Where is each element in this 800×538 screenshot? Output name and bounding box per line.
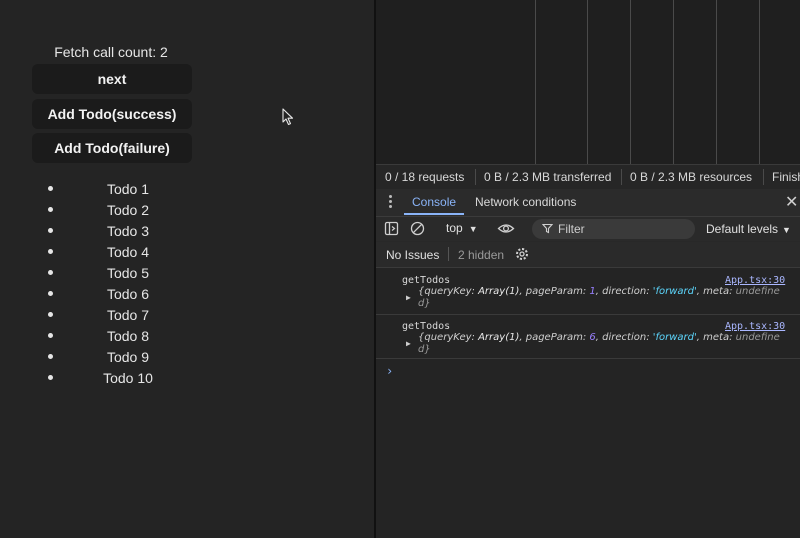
todo-list: Todo 1 Todo 2 Todo 3 Todo 4 Todo 5 Todo … [0, 179, 260, 389]
todo-label: Todo 6 [106, 286, 150, 302]
network-summary-bar: 0 / 18 requests 0 B / 2.3 MB transferred… [376, 164, 800, 189]
todo-label: Todo 7 [106, 307, 150, 323]
source-link[interactable]: App.tsx:30 [725, 321, 785, 332]
waterfall-gridline [587, 0, 588, 164]
chevron-down-icon: ▼ [468, 224, 478, 234]
finish-time: Finish [772, 170, 800, 184]
expand-arrow-icon[interactable]: ▶ [406, 293, 411, 302]
issues-bar: No Issues 2 hidden [376, 242, 800, 268]
todo-label: Todo 8 [106, 328, 150, 344]
page-param-value: 6 [589, 332, 596, 343]
eye-icon[interactable] [497, 221, 515, 236]
fetch-count-label: Fetch call count: 2 [54, 44, 168, 60]
todo-label: Todo 10 [103, 370, 153, 386]
page-param-value: 1 [589, 286, 596, 297]
console-message: getTodos App.tsx:30 ▶ {queryKey: Array(1… [376, 268, 800, 315]
drawer-tabs: Console Network conditions ✕ [376, 189, 800, 217]
todo-label: Todo 2 [106, 202, 150, 218]
network-waterfall [376, 0, 800, 164]
add-todo-success-button[interactable]: Add Todo(success) [32, 99, 192, 129]
tab-console[interactable]: Console [412, 195, 456, 209]
todo-item: Todo 1 [0, 179, 260, 200]
console-message: getTodos App.tsx:30 ▶ {queryKey: Array(1… [376, 314, 800, 359]
todo-item: Todo 9 [0, 347, 260, 368]
mouse-pointer-icon [282, 108, 294, 126]
todo-label: Todo 5 [106, 265, 150, 281]
todo-label: Todo 9 [106, 349, 150, 365]
bullet-icon [48, 291, 53, 296]
active-tab-indicator [404, 213, 464, 215]
bullet-icon [48, 270, 53, 275]
summary-separator [475, 169, 476, 185]
todo-label: Todo 1 [106, 181, 150, 197]
gear-icon[interactable] [514, 246, 530, 262]
todo-item: Todo 3 [0, 221, 260, 242]
todo-item: Todo 4 [0, 242, 260, 263]
waterfall-gridline [630, 0, 631, 164]
tab-network-conditions[interactable]: Network conditions [475, 195, 576, 209]
console-toolbar: top ▼ Filter Default levels ▼ [376, 217, 800, 241]
log-text: getTodos [402, 321, 451, 332]
bullet-icon [48, 228, 53, 233]
todo-item: Todo 2 [0, 200, 260, 221]
todo-item: Todo 8 [0, 326, 260, 347]
console-output: getTodos App.tsx:30 ▶ {queryKey: Array(1… [376, 268, 800, 538]
waterfall-gridline [759, 0, 760, 164]
logged-object[interactable]: {queryKey: Array(1), pageParam: 6, direc… [418, 332, 782, 356]
console-prompt[interactable]: › [386, 364, 393, 378]
filter-icon [542, 223, 553, 234]
waterfall-gridline [673, 0, 674, 164]
bullet-icon [48, 312, 53, 317]
clear-console-icon[interactable] [410, 221, 425, 236]
next-button[interactable]: next [32, 64, 192, 94]
waterfall-gridline [716, 0, 717, 164]
hidden-messages-count: 2 hidden [458, 248, 505, 262]
chevron-down-icon: ▼ [782, 225, 791, 235]
source-link[interactable]: App.tsx:30 [725, 275, 785, 286]
transferred-size: 0 B / 2.3 MB transferred [484, 170, 612, 184]
todo-item: Todo 5 [0, 263, 260, 284]
waterfall-gridline [535, 0, 536, 164]
log-levels-value: Default levels [706, 222, 779, 236]
filter-input[interactable]: Filter [532, 219, 695, 239]
devtools-panel: 0 / 18 requests 0 B / 2.3 MB transferred… [376, 0, 800, 538]
todo-label: Todo 4 [106, 244, 150, 260]
summary-separator [763, 169, 764, 185]
expand-arrow-icon[interactable]: ▶ [406, 339, 411, 348]
sidebar-toggle-icon[interactable] [384, 221, 399, 236]
todo-item: Todo 10 [0, 368, 260, 389]
context-selector[interactable]: top ▼ [446, 221, 478, 235]
query-key-value: Array(1) [478, 286, 520, 297]
more-options-icon[interactable] [389, 195, 392, 210]
filter-placeholder: Filter [558, 222, 585, 236]
bullet-icon [48, 186, 53, 191]
close-icon[interactable]: ✕ [785, 192, 798, 212]
summary-separator [621, 169, 622, 185]
todo-label: Todo 3 [106, 223, 150, 239]
app-pane: Fetch call count: 2 next Add Todo(succes… [0, 0, 374, 538]
issues-separator [448, 247, 449, 261]
add-todo-failure-button[interactable]: Add Todo(failure) [32, 133, 192, 163]
issues-status[interactable]: No Issues [386, 248, 439, 262]
context-value: top [446, 221, 463, 235]
direction-value: 'forward' [652, 332, 697, 343]
query-key-value: Array(1) [478, 332, 520, 343]
todo-item: Todo 6 [0, 284, 260, 305]
resources-size: 0 B / 2.3 MB resources [630, 170, 753, 184]
log-text: getTodos [402, 275, 451, 286]
log-levels-dropdown[interactable]: Default levels ▼ [706, 222, 791, 236]
todo-item: Todo 7 [0, 305, 260, 326]
logged-object[interactable]: {queryKey: Array(1), pageParam: 1, direc… [418, 286, 782, 310]
bullet-icon [48, 354, 53, 359]
bullet-icon [48, 333, 53, 338]
direction-value: 'forward' [652, 286, 697, 297]
requests-count: 0 / 18 requests [385, 170, 465, 184]
bullet-icon [48, 207, 53, 212]
bullet-icon [48, 249, 53, 254]
bullet-icon [48, 375, 53, 380]
